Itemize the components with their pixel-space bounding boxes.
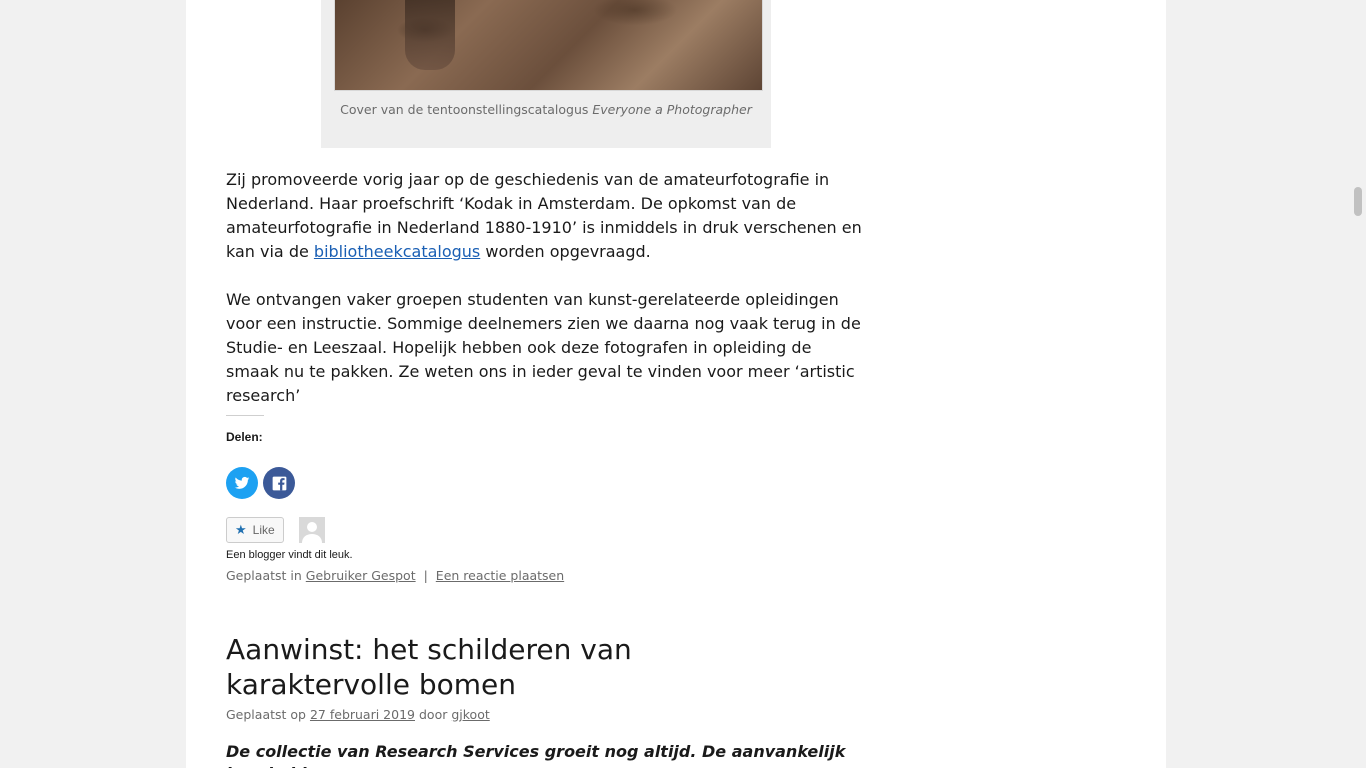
share-section: Delen: xyxy=(226,415,264,444)
next-post-title[interactable]: Aanwinst: het schilderen van karaktervol… xyxy=(226,632,786,702)
paragraph-2: We ontvangen vaker groepen studenten van… xyxy=(226,290,861,405)
author-link[interactable]: gjkoot xyxy=(451,707,489,722)
reply-link[interactable]: Een reactie plaatsen xyxy=(436,568,564,583)
avatar-placeholder-icon xyxy=(299,517,325,543)
next-post-excerpt: De collectie van Research Services groei… xyxy=(226,742,846,768)
share-buttons xyxy=(226,467,295,499)
posted-on-label: Geplaatst op xyxy=(226,707,306,722)
next-post-meta: Geplaatst op 27 februari 2019 door gjkoo… xyxy=(226,707,490,722)
posted-in-label: Geplaatst in xyxy=(226,568,302,583)
caption-italic: Everyone a Photographer xyxy=(592,102,752,117)
post-body: Zij promoveerde vorig jaar op de geschie… xyxy=(226,168,866,432)
like-count-text: Een blogger vindt dit leuk. xyxy=(226,549,353,561)
post-footer-meta: Geplaatst in Gebruiker Gespot | Een reac… xyxy=(226,568,564,583)
like-button-label: Like xyxy=(252,523,275,537)
facebook-share-button[interactable] xyxy=(263,467,295,499)
vertical-scrollbar[interactable] xyxy=(1350,0,1366,768)
scrollbar-thumb[interactable] xyxy=(1354,187,1362,216)
share-label: Delen: xyxy=(226,430,263,444)
meta-separator: | xyxy=(423,568,428,583)
facebook-icon xyxy=(272,476,286,490)
figure-caption: Cover van de tentoonstellingscatalogus E… xyxy=(321,102,771,117)
share-divider xyxy=(226,415,264,416)
twitter-icon xyxy=(234,476,250,489)
post-date-link[interactable]: 27 februari 2019 xyxy=(310,707,415,722)
category-link[interactable]: Gebruiker Gespot xyxy=(306,568,416,583)
catalogue-cover-image xyxy=(334,0,763,91)
avatar[interactable] xyxy=(299,517,325,543)
by-label: door xyxy=(418,707,448,722)
paragraph-1: Zij promoveerde vorig jaar op de geschie… xyxy=(226,168,866,264)
twitter-share-button[interactable] xyxy=(226,467,258,499)
paragraph-1-text-b: worden opgevraagd. xyxy=(480,242,651,261)
star-icon: ★ xyxy=(235,522,247,537)
photo-detail xyxy=(405,0,455,70)
page-content: Cover van de tentoonstellingscatalogus E… xyxy=(186,0,1166,768)
like-button[interactable]: ★ Like xyxy=(226,517,284,543)
like-area: ★ Like Een blogger vindt dit leuk. xyxy=(226,517,353,561)
catalogue-link[interactable]: bibliotheekcatalogus xyxy=(314,242,480,261)
figure: Cover van de tentoonstellingscatalogus E… xyxy=(321,0,771,148)
caption-text: Cover van de tentoonstellingscatalogus xyxy=(340,102,593,117)
